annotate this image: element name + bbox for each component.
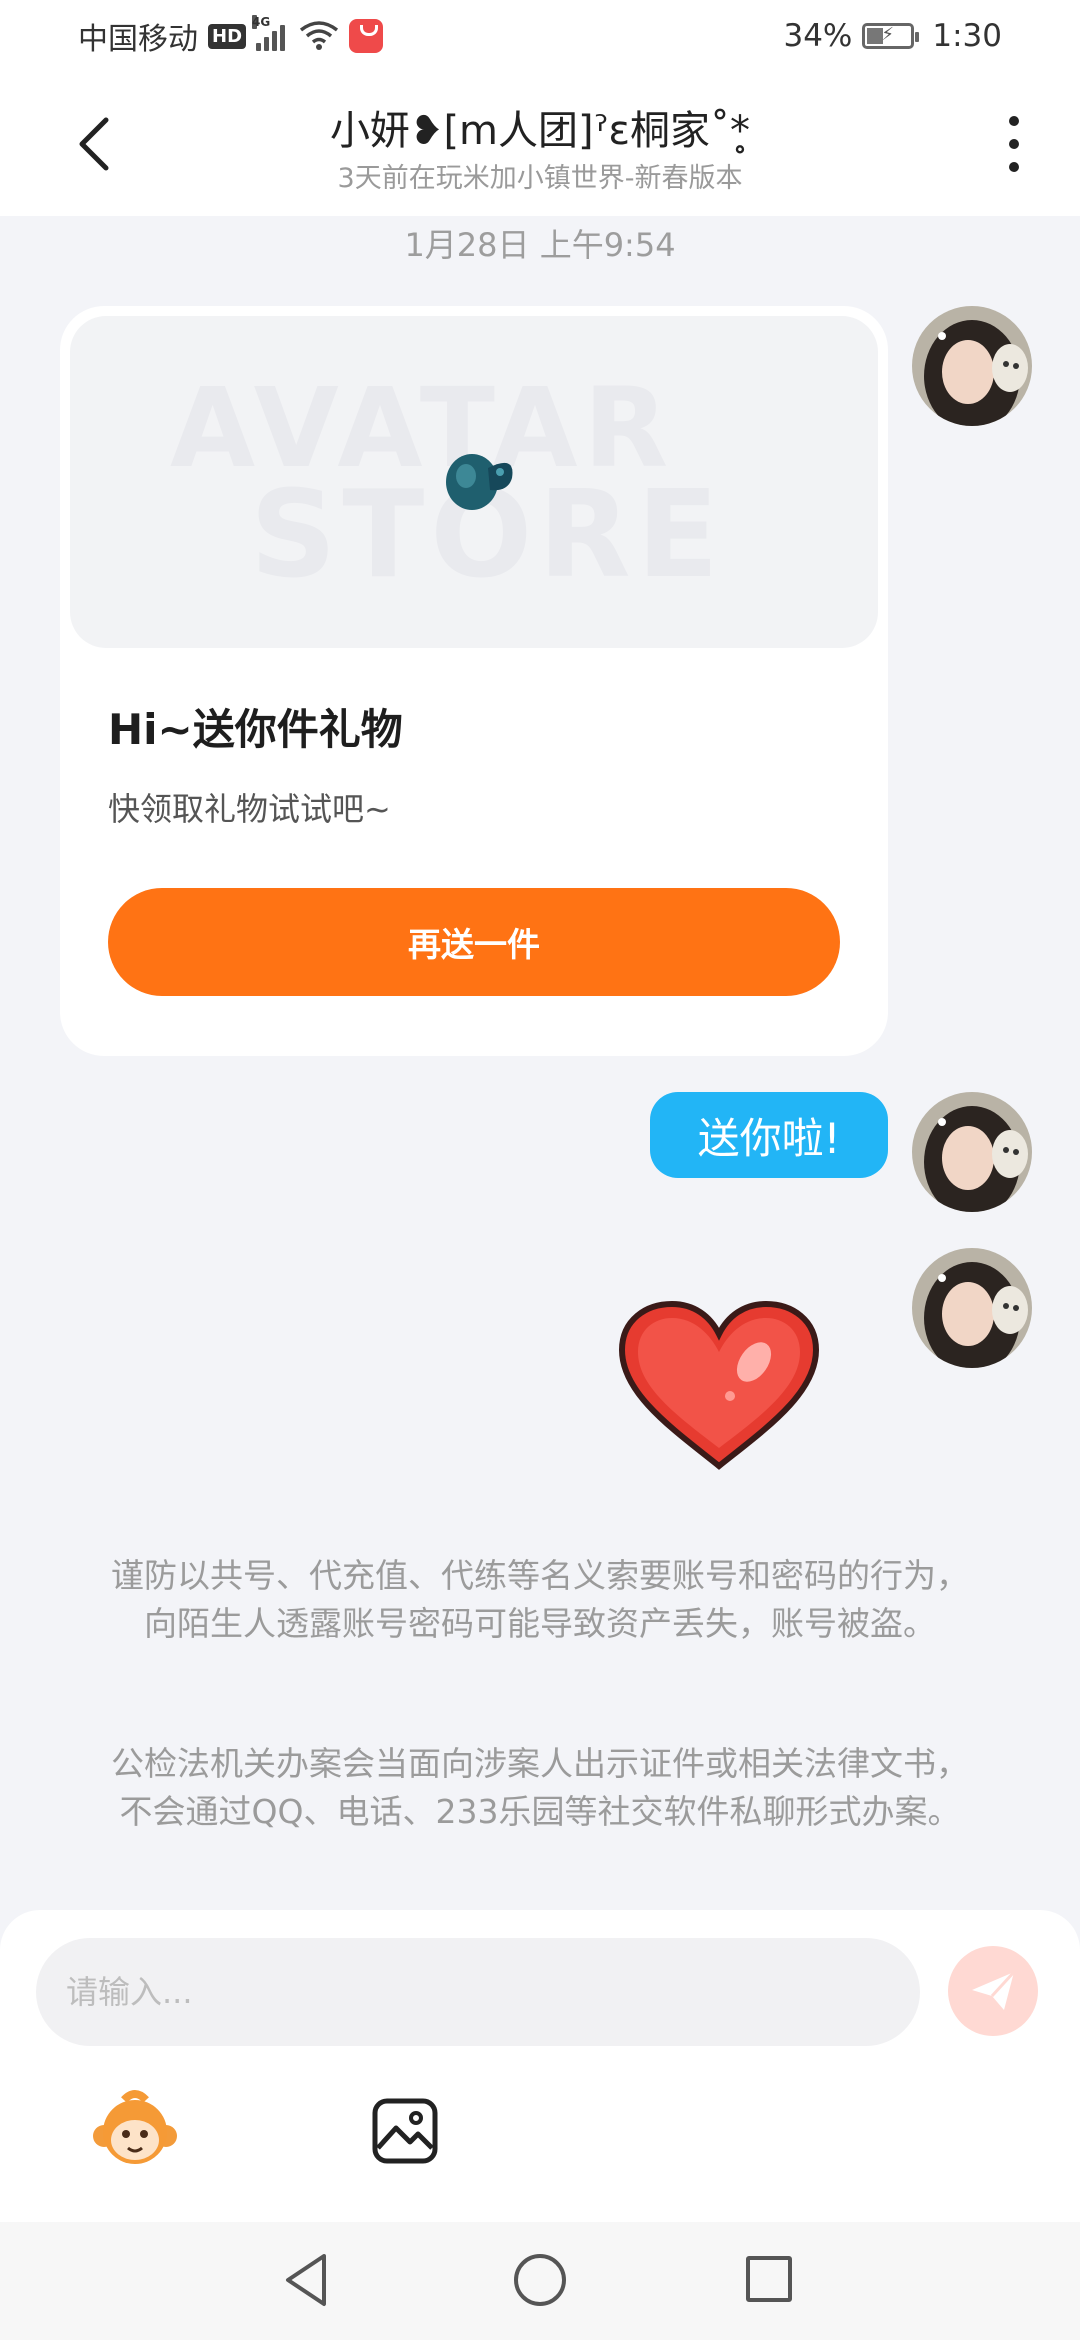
image-picker-button[interactable] bbox=[360, 2086, 450, 2176]
more-options-icon[interactable] bbox=[1004, 116, 1024, 172]
nav-back-icon[interactable] bbox=[282, 2250, 332, 2310]
monkey-mascot-icon bbox=[93, 2090, 177, 2164]
image-icon bbox=[372, 2098, 438, 2164]
status-bar-right: 34% ⚡ 1:30 bbox=[783, 14, 1002, 58]
chat-partner-name: 小妍❥[m人团]ˀɛ桐家˚*̥ bbox=[329, 108, 751, 154]
battery-icon: ⚡ bbox=[862, 23, 920, 49]
avatar[interactable] bbox=[912, 1092, 1032, 1212]
battery-percent: 34% bbox=[783, 18, 853, 54]
message-bubble[interactable]: 送你啦! bbox=[650, 1092, 888, 1178]
back-arrow-icon[interactable] bbox=[70, 112, 120, 176]
heart-sticker-icon[interactable] bbox=[614, 1298, 824, 1474]
send-button[interactable] bbox=[948, 1946, 1038, 2036]
message-timestamp: 1月28日 上午9:54 bbox=[404, 226, 676, 264]
nav-recents-icon[interactable] bbox=[746, 2256, 792, 2302]
safety-notice-account: 谨防以共号、代充值、代练等名义索要账号和密码的行为，向陌生人透露账号密码可能导致… bbox=[111, 1556, 969, 1643]
safety-notice-police: 公检法机关办案会当面向涉案人出示证件或相关法律文书，不会通过QQ、电话、233乐… bbox=[111, 1744, 969, 1831]
network-type: 4G bbox=[252, 15, 271, 29]
partner-activity-status: 3天前在玩米加小镇世界-新春版本 bbox=[337, 163, 743, 194]
wifi-icon bbox=[299, 21, 339, 50]
app-store-notification-icon bbox=[349, 19, 384, 53]
status-bar-left: 中国移动 HD 4G bbox=[78, 14, 384, 58]
gift-preview-image[interactable]: AVATAR STORE bbox=[70, 316, 878, 648]
gift-description: 快领取礼物试试吧~ bbox=[108, 790, 391, 828]
pacifier-icon bbox=[446, 454, 513, 510]
clock: 1:30 bbox=[932, 18, 1002, 54]
avatar-emoji-button[interactable] bbox=[90, 2086, 180, 2176]
avatar[interactable] bbox=[912, 306, 1032, 426]
gift-title: Hi~送你件礼物 bbox=[108, 705, 403, 754]
carrier-name: 中国移动 bbox=[78, 22, 198, 57]
signal-icon: 4G bbox=[252, 15, 286, 51]
message-input[interactable] bbox=[36, 1938, 920, 2046]
avatar[interactable] bbox=[912, 1248, 1032, 1368]
nav-home-icon[interactable] bbox=[514, 2254, 566, 2306]
hd-badge: HD bbox=[208, 23, 247, 49]
send-paper-plane-icon bbox=[972, 1970, 1016, 2010]
send-another-gift-button[interactable]: 再送一件 bbox=[108, 888, 840, 996]
